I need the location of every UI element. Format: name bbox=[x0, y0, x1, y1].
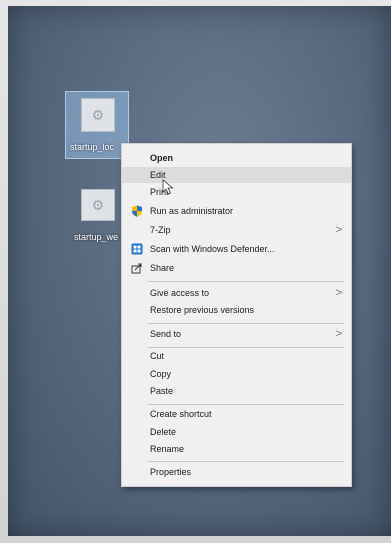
chevron-right-icon: > bbox=[335, 287, 342, 299]
menu-item-send-to[interactable]: Send to > bbox=[122, 326, 351, 342]
menu-item-label: Share bbox=[150, 263, 175, 273]
menu-item-paste[interactable]: Paste bbox=[122, 383, 351, 399]
menu-item-label: Give access to bbox=[150, 288, 210, 298]
menu-item-edit[interactable]: Edit bbox=[122, 167, 351, 183]
menu-item-label: Create shortcut bbox=[150, 409, 212, 419]
menu-item-label: Run as administrator bbox=[150, 206, 234, 216]
menu-item-create-shortcut[interactable]: Create shortcut bbox=[122, 406, 351, 422]
menu-item-properties[interactable]: Properties bbox=[122, 464, 351, 480]
desktop-icon-startup-we[interactable]: ⚙ startup_we bbox=[65, 186, 129, 246]
gear-icon: ⚙ bbox=[91, 197, 105, 213]
menu-item-label: Paste bbox=[150, 386, 174, 396]
menu-item-label: Copy bbox=[150, 369, 172, 379]
menu-item-label: Restore previous versions bbox=[150, 305, 255, 315]
menu-item-label: Rename bbox=[150, 444, 185, 454]
menu-separator bbox=[148, 404, 344, 405]
menu-item-delete[interactable]: Delete bbox=[122, 424, 351, 440]
mouse-cursor-icon bbox=[162, 179, 174, 195]
selection-highlight: ⚙ startup_loc bbox=[65, 91, 129, 159]
file-icon: ⚙ bbox=[81, 98, 115, 132]
menu-separator bbox=[148, 281, 344, 282]
menu-item-label: 7-Zip bbox=[150, 225, 171, 235]
file-icon: ⚙ bbox=[81, 189, 115, 221]
menu-item-open[interactable]: Open bbox=[122, 150, 351, 166]
menu-item-cut[interactable]: Cut bbox=[122, 348, 351, 364]
menu-item-share[interactable]: Share bbox=[122, 260, 351, 276]
menu-item-run-as-administrator[interactable]: Run as administrator bbox=[122, 203, 351, 219]
menu-item-label: Scan with Windows Defender... bbox=[150, 244, 275, 254]
desktop-icon-label: startup_we bbox=[74, 232, 119, 242]
uac-shield-icon bbox=[132, 205, 142, 217]
menu-item-give-access-to[interactable]: Give access to > bbox=[122, 285, 351, 301]
menu-item-restore-previous-versions[interactable]: Restore previous versions bbox=[122, 302, 351, 318]
menu-separator bbox=[148, 323, 344, 324]
desktop-icon-label: startup_loc bbox=[70, 142, 115, 152]
chevron-right-icon: > bbox=[335, 328, 342, 340]
menu-item-scan-with-windows-defender[interactable]: Scan with Windows Defender... bbox=[122, 241, 351, 257]
share-icon bbox=[131, 263, 142, 274]
menu-item-print[interactable]: Print bbox=[122, 184, 351, 200]
menu-item-label: Send to bbox=[150, 329, 182, 339]
windows-defender-icon bbox=[131, 243, 143, 255]
menu-separator bbox=[148, 461, 344, 462]
menu-item-rename[interactable]: Rename bbox=[122, 441, 351, 457]
chevron-right-icon: > bbox=[335, 224, 342, 236]
context-menu: Open Edit Print Run as administrator 7-Z… bbox=[121, 143, 352, 487]
menu-item-label: Properties bbox=[150, 467, 192, 477]
menu-item-label: Open bbox=[150, 153, 174, 163]
menu-item-copy[interactable]: Copy bbox=[122, 366, 351, 382]
desktop-icon-startup-loc[interactable]: ⚙ startup_loc bbox=[65, 91, 129, 160]
menu-item-label: Delete bbox=[150, 427, 177, 437]
menu-item-label: Cut bbox=[150, 351, 165, 361]
gear-icon: ⚙ bbox=[91, 107, 105, 123]
menu-item-7-zip[interactable]: 7-Zip > bbox=[122, 222, 351, 238]
